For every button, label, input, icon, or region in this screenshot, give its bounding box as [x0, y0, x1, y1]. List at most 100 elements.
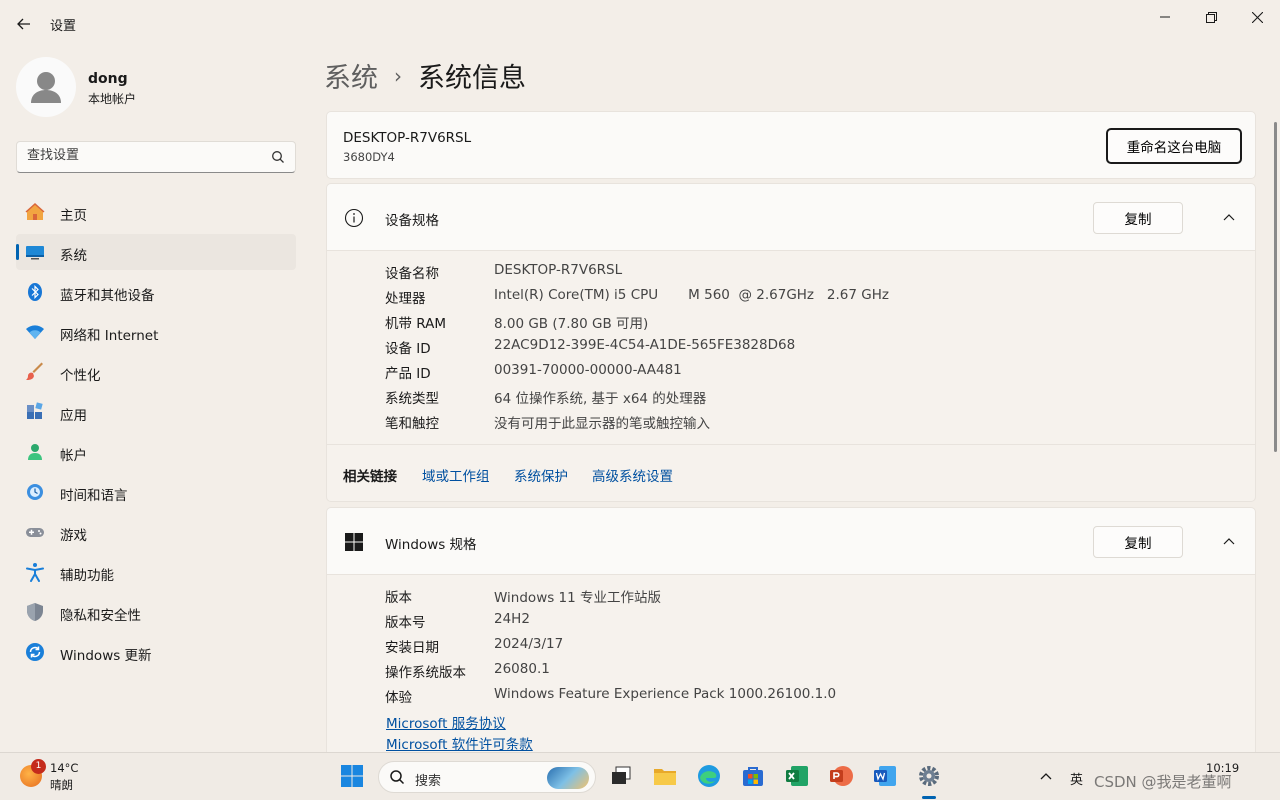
spec-value: 8.00 GB (7.80 GB 可用) [494, 316, 649, 332]
sidebar-item-system[interactable]: 系统 [16, 234, 296, 270]
copy-device-specs-button[interactable]: 复制 [1093, 202, 1183, 234]
sidebar-item-label: Windows 更新 [60, 648, 152, 664]
account-icon [25, 442, 45, 462]
chevron-up-icon[interactable] [1221, 209, 1237, 225]
spec-value: 00391-70000-00000-AA481 [494, 362, 682, 378]
pc-model: 3680DY4 [343, 150, 395, 164]
related-links-title: 相关链接 [343, 469, 397, 485]
bluetooth-icon [25, 282, 45, 302]
spec-row: 处理器 Intel(R) Core(TM) i5 CPU M 560 @ 2.67… [385, 287, 889, 307]
weather-badge: 1 [31, 759, 46, 774]
powerpoint-icon [830, 766, 853, 786]
spec-row: 设备名称 DESKTOP-R7V6RSL [385, 262, 622, 282]
word-button[interactable] [872, 763, 898, 789]
search-input[interactable] [27, 148, 267, 163]
spec-row: 笔和触控 没有可用于此显示器的笔或触控输入 [385, 412, 710, 432]
sidebar-item-label: 辅助功能 [60, 568, 114, 584]
account-type: 本地帐户 [88, 92, 137, 106]
advanced-system-settings-link[interactable]: 高级系统设置 [592, 465, 673, 485]
ime-indicator[interactable]: 英 [1070, 769, 1083, 788]
sidebar-item-accounts[interactable]: 帐户 [16, 434, 296, 470]
edge-button[interactable] [696, 763, 722, 789]
shield-icon [25, 602, 45, 622]
app-title: 设置 [50, 19, 77, 34]
restore-button[interactable] [1188, 6, 1234, 28]
clock[interactable]: 10:19 [1206, 761, 1239, 775]
weather-condition[interactable]: 晴朗 [50, 777, 73, 793]
minimize-icon [1160, 16, 1170, 18]
spec-row: 安装日期 2024/3/17 [385, 636, 563, 656]
ms-services-agreement-link[interactable]: Microsoft 服务协议 [386, 712, 506, 732]
windows-start-icon [341, 765, 363, 787]
weather-temp[interactable]: 14°C [50, 761, 78, 775]
settings-search[interactable] [16, 141, 296, 173]
sidebar-item-home[interactable]: 主页 [16, 194, 296, 230]
start-button[interactable] [339, 763, 365, 789]
ms-license-terms-link[interactable]: Microsoft 软件许可条款 [386, 733, 533, 753]
domain-workgroup-link[interactable]: 域或工作组 [422, 465, 490, 485]
sidebar-item-bluetooth[interactable]: 蓝牙和其他设备 [16, 274, 296, 310]
sidebar-item-label: 网络和 Internet [60, 328, 159, 344]
user-icon [31, 72, 61, 103]
sidebar-item-label: 游戏 [60, 528, 87, 544]
taskbar-search[interactable]: 搜索 [378, 761, 596, 793]
powerpoint-button[interactable] [828, 763, 854, 789]
task-view-button[interactable] [608, 763, 634, 789]
sidebar-item-network[interactable]: 网络和 Internet [16, 314, 296, 350]
system-protection-link[interactable]: 系统保护 [514, 465, 568, 485]
spec-value: 22AC9D12-399E-4C54-A1DE-565FE3828D68 [494, 337, 796, 353]
sidebar-item-time-language[interactable]: 时间和语言 [16, 474, 296, 510]
sidebar-item-label: 时间和语言 [60, 488, 128, 504]
sidebar-nav: 主页 系统 蓝牙和其他设备 网络和 Internet 个性化 应用 帐户 时间和… [16, 194, 296, 674]
windows-specs-header[interactable]: Windows 规格 复制 [326, 507, 1256, 575]
sidebar-item-apps[interactable]: 应用 [16, 394, 296, 430]
store-icon [743, 767, 763, 786]
minimize-button[interactable] [1142, 6, 1188, 28]
gamepad-icon [25, 522, 45, 542]
sidebar-item-label: 帐户 [60, 448, 87, 464]
rename-pc-button[interactable]: 重命名这台电脑 [1106, 128, 1242, 164]
user-name: dong [88, 71, 128, 87]
pc-name: DESKTOP-R7V6RSL [343, 130, 472, 146]
copy-windows-specs-button[interactable]: 复制 [1093, 526, 1183, 558]
file-explorer-button[interactable] [652, 763, 678, 789]
system-icon [25, 242, 45, 262]
gear-icon [919, 766, 939, 786]
sidebar-item-accessibility[interactable]: 辅助功能 [16, 554, 296, 590]
close-icon [1251, 11, 1263, 23]
device-specs-header[interactable]: 设备规格 复制 [326, 183, 1256, 251]
word-icon [874, 766, 896, 786]
tray-overflow-button[interactable] [1033, 763, 1059, 789]
avatar[interactable] [16, 57, 76, 117]
sidebar-item-gaming[interactable]: 游戏 [16, 514, 296, 550]
windows-specs-title: Windows 规格 [385, 537, 477, 553]
store-button[interactable] [740, 763, 766, 789]
spec-value: DESKTOP-R7V6RSL [494, 262, 623, 278]
back-button[interactable] [12, 12, 36, 36]
windows-logo-icon [344, 532, 364, 552]
settings-app-button[interactable] [916, 763, 942, 789]
spec-key: 操作系统版本 [385, 665, 466, 681]
wifi-icon [25, 322, 45, 342]
chevron-up-icon[interactable] [1221, 533, 1237, 549]
close-button[interactable] [1234, 6, 1280, 28]
sidebar-item-privacy[interactable]: 隐私和安全性 [16, 594, 296, 630]
excel-button[interactable] [784, 763, 810, 789]
back-arrow-icon [17, 18, 30, 30]
spec-value: Intel(R) Core(TM) i5 CPU M 560 @ 2.67GHz… [494, 287, 889, 303]
search-highlight-icon [547, 767, 589, 789]
sidebar-item-label: 应用 [60, 408, 87, 424]
search-icon[interactable] [271, 150, 285, 168]
spec-row: 版本 Windows 11 专业工作站版 [385, 586, 661, 606]
sidebar-item-personalization[interactable]: 个性化 [16, 354, 296, 390]
spec-key: 设备名称 [385, 266, 439, 282]
clock-globe-icon [25, 482, 45, 502]
spec-key: 系统类型 [385, 391, 439, 407]
sidebar-item-label: 蓝牙和其他设备 [60, 288, 155, 304]
spec-row: 版本号 24H2 [385, 611, 530, 631]
taskbar: 1 14°C 晴朗 搜索 英 CSDN @我是老董啊 10:19 [0, 752, 1280, 800]
scrollbar[interactable] [1274, 122, 1277, 452]
breadcrumb-parent[interactable]: 系统 [324, 56, 378, 95]
sidebar-item-label: 隐私和安全性 [60, 608, 141, 624]
sidebar-item-windows-update[interactable]: Windows 更新 [16, 634, 296, 670]
